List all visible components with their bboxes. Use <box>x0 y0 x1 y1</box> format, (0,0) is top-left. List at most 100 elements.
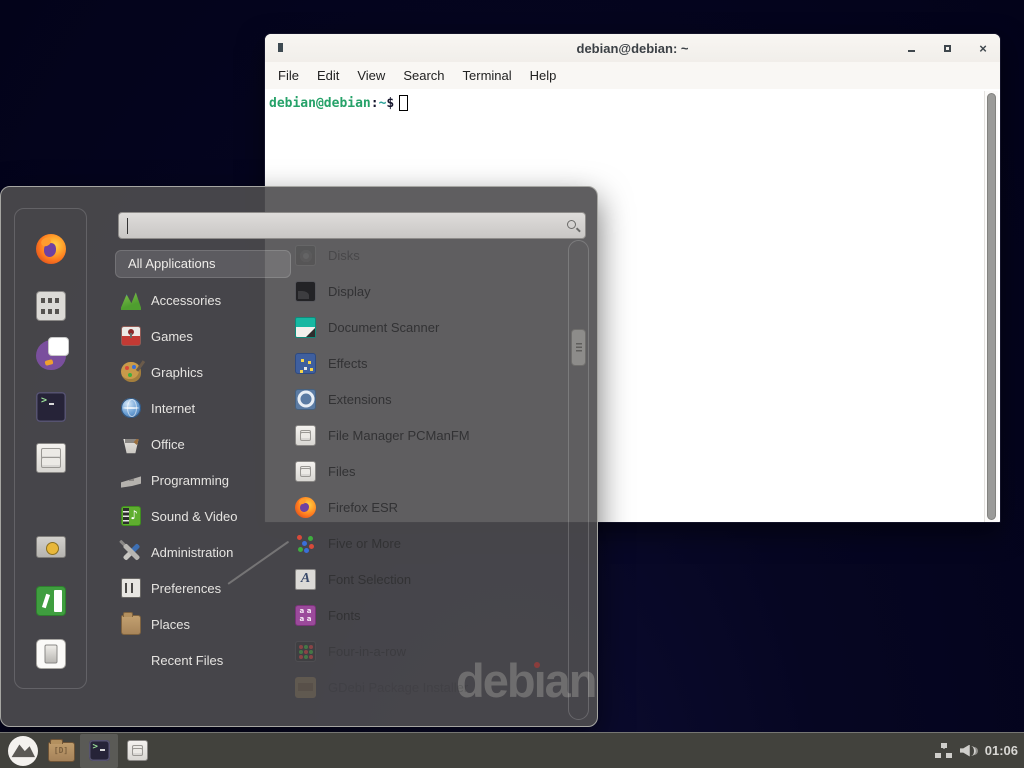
cabinet-icon <box>295 425 316 446</box>
soundvideo-icon <box>121 506 141 526</box>
terminal-scrollbar-thumb[interactable] <box>987 93 996 520</box>
desktop: debian@debian: ~ × FileEditViewSearchTer… <box>0 0 1024 768</box>
app-label: Extensions <box>328 392 392 407</box>
pidgin-icon <box>36 340 66 370</box>
search-input[interactable] <box>119 213 585 238</box>
category-sound-video[interactable]: Sound & Video <box>115 498 291 534</box>
app-files[interactable]: Files <box>289 453 567 489</box>
app-effects[interactable]: Effects <box>289 345 567 381</box>
category-label: Office <box>151 437 185 452</box>
close-icon[interactable]: × <box>976 41 990 55</box>
shutdown-icon <box>36 639 66 669</box>
app-display[interactable]: Display <box>289 273 567 309</box>
app-label: Five or More <box>328 536 401 551</box>
menubar-item-help[interactable]: Help <box>521 64 566 87</box>
app-list-scrollbar[interactable] <box>568 240 589 720</box>
app-label: File Manager PCManFM <box>328 428 470 443</box>
app-gdebi-package-installer[interactable]: GDebi Package Installer <box>289 669 567 705</box>
app-label: Disks <box>328 248 360 263</box>
category-label: Graphics <box>151 365 203 380</box>
category-preferences[interactable]: Preferences <box>115 570 291 606</box>
volume-icon[interactable] <box>960 744 977 758</box>
app-label: Firefox ESR <box>328 500 398 515</box>
app-document-scanner[interactable]: Document Scanner <box>289 309 567 345</box>
menu-button[interactable] <box>8 736 38 766</box>
category-administration[interactable]: Administration <box>115 534 291 570</box>
keyboard-icon <box>36 291 66 321</box>
docscanner-icon <box>295 317 316 338</box>
minimize-icon[interactable] <box>904 41 918 55</box>
taskbar-launcher-file-manager[interactable] <box>42 734 80 768</box>
app-disks[interactable]: Disks <box>289 237 567 273</box>
fourinarow-icon <box>295 641 316 662</box>
category-accessories[interactable]: Accessories <box>115 282 291 318</box>
taskbar-launcher-terminal[interactable] <box>80 734 118 768</box>
menubar-item-search[interactable]: Search <box>394 64 453 87</box>
category-label: Preferences <box>151 581 221 596</box>
category-label: Places <box>151 617 190 632</box>
prompt-dollar: $ <box>386 96 394 111</box>
favorite-shutdown[interactable] <box>35 638 67 670</box>
terminal-scrollbar[interactable] <box>984 91 998 522</box>
favorite-firefox[interactable] <box>35 233 67 265</box>
app-fonts[interactable]: Fonts <box>289 597 567 633</box>
terminal-cursor <box>399 95 408 111</box>
menubar-item-file[interactable]: File <box>269 64 308 87</box>
favorite-pidgin[interactable] <box>35 339 67 371</box>
category-office[interactable]: Office <box>115 426 291 462</box>
folder-icon <box>48 742 75 762</box>
places-icon <box>121 615 141 635</box>
favorite-terminal[interactable] <box>35 391 67 423</box>
app-font-selection[interactable]: Font Selection <box>289 561 567 597</box>
app-label: Display <box>328 284 371 299</box>
disks-icon <box>295 245 316 266</box>
network-icon[interactable] <box>935 743 952 758</box>
category-label: Sound & Video <box>151 509 238 524</box>
app-label: Font Selection <box>328 572 411 587</box>
terminal-icon <box>89 740 110 761</box>
app-list-scrollbar-thumb[interactable] <box>571 329 586 366</box>
app-label: GDebi Package Installer <box>328 680 468 695</box>
menubar-item-terminal[interactable]: Terminal <box>454 64 521 87</box>
app-file-manager-pcmanfm[interactable]: File Manager PCManFM <box>289 417 567 453</box>
logout-icon <box>36 586 66 616</box>
programming-icon <box>121 470 141 490</box>
category-games[interactable]: Games <box>115 318 291 354</box>
terminal-icon <box>36 392 66 422</box>
app-label: Effects <box>328 356 368 371</box>
favorite-logout[interactable] <box>35 585 67 617</box>
category-programming[interactable]: Programming <box>115 462 291 498</box>
terminal-titlebar[interactable]: debian@debian: ~ × <box>265 34 1000 62</box>
category-all-applications[interactable]: All Applications <box>115 250 291 278</box>
category-recent-files[interactable]: Recent Files <box>115 642 291 678</box>
category-places[interactable]: Places <box>115 606 291 642</box>
category-label: Administration <box>151 545 233 560</box>
category-internet[interactable]: Internet <box>115 390 291 426</box>
prompt-user-host: debian@debian <box>269 96 371 111</box>
app-firefox-esr[interactable]: Firefox ESR <box>289 489 567 525</box>
effects-icon <box>295 353 316 374</box>
terminal-menubar: FileEditViewSearchTerminalHelp <box>265 62 1000 89</box>
favorite-software-keyboard[interactable] <box>35 290 67 322</box>
clock[interactable]: 01:06 <box>985 743 1018 758</box>
app-extensions[interactable]: Extensions <box>289 381 567 417</box>
category-graphics[interactable]: Graphics <box>115 354 291 390</box>
games-icon <box>121 326 141 346</box>
fiveormore-icon <box>295 533 316 554</box>
app-label: Fonts <box>328 608 361 623</box>
favorite-screensaver[interactable] <box>35 533 67 565</box>
search-icon <box>567 220 576 229</box>
graphics-icon <box>121 362 141 382</box>
favorite-file-manager[interactable] <box>35 442 67 474</box>
terminal-app-icon <box>278 43 283 52</box>
menubar-item-view[interactable]: View <box>348 64 394 87</box>
app-four-in-a-row[interactable]: Four-in-a-row <box>289 633 567 669</box>
screensaver-icon <box>36 534 66 564</box>
menubar-item-edit[interactable]: Edit <box>308 64 348 87</box>
category-label: Games <box>151 329 193 344</box>
internet-icon <box>121 398 141 418</box>
maximize-icon[interactable] <box>940 41 954 55</box>
app-five-or-more[interactable]: Five or More <box>289 525 567 561</box>
taskbar-launcher-files[interactable] <box>118 734 156 768</box>
category-label: Accessories <box>151 293 221 308</box>
